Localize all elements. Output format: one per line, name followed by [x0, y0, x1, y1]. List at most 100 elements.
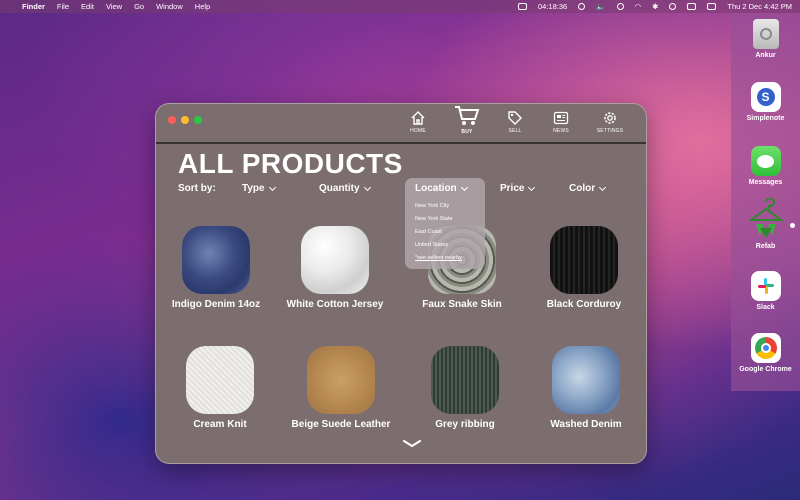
product-name: Black Corduroy: [546, 299, 622, 310]
dock: Ankur S Simplenote Messages Refab Slack …: [731, 13, 800, 391]
product-swatch-grey-ribbing: [431, 346, 499, 414]
product-swatch-beige-suede: [307, 346, 375, 414]
filter-label: Location: [415, 183, 457, 194]
menu-bar: Finder File Edit View Go Window Help 04:…: [0, 0, 800, 13]
play-icon[interactable]: [616, 3, 624, 10]
dock-label: Simplenote: [746, 115, 785, 122]
screen-recording-icon[interactable]: [517, 3, 527, 10]
product-name: White Cotton Jersey: [286, 299, 384, 310]
top-nav: HOME BUY SELL NEWS SETTINGS: [156, 104, 646, 142]
hard-drive-icon: [752, 19, 779, 49]
product-swatch-indigo-denim: [182, 226, 250, 294]
bluetooth-icon[interactable]: ✱: [652, 2, 658, 11]
filter-label: Type: [242, 183, 265, 194]
messages-icon: [750, 146, 781, 176]
menu-file[interactable]: File: [57, 2, 69, 11]
product-card[interactable]: Black Corduroy: [524, 226, 644, 310]
nav-settings[interactable]: SETTINGS: [590, 110, 630, 134]
location-option[interactable]: New York State: [415, 216, 462, 229]
nav-buy[interactable]: BUY: [447, 105, 487, 135]
nav-home[interactable]: HOME: [398, 110, 438, 134]
chrome-icon: [750, 333, 781, 363]
filter-price[interactable]: Price: [500, 183, 536, 194]
product-name: Cream Knit: [193, 419, 247, 430]
sort-label: Sort by:: [178, 183, 216, 194]
page-title: ALL PRODUCTS: [178, 148, 403, 179]
chevron-down-icon: [460, 183, 468, 191]
user-icon[interactable]: [707, 3, 717, 10]
cart-icon: [455, 106, 480, 125]
chevron-down-icon: [363, 183, 371, 191]
dock-item-slack[interactable]: Slack: [731, 271, 800, 311]
location-option[interactable]: East Coast: [415, 229, 462, 242]
menu-app-name[interactable]: Finder: [22, 2, 45, 11]
nav-label: SELL: [508, 128, 522, 134]
product-card[interactable]: Cream Knit: [160, 346, 280, 430]
nav-label: NEWS: [553, 128, 569, 134]
product-swatch-washed-denim: [552, 346, 620, 414]
filter-color[interactable]: Color: [569, 183, 607, 194]
simplenote-icon: S: [750, 82, 781, 112]
nav-label: SETTINGS: [596, 128, 624, 134]
product-name: Indigo Denim 14oz: [171, 299, 261, 310]
location-dropdown[interactable]: Location New York City New York State Ea…: [405, 178, 485, 269]
search-icon[interactable]: [669, 3, 677, 10]
location-option[interactable]: United States: [415, 242, 462, 255]
product-card[interactable]: Grey ribbing: [405, 346, 525, 430]
menu-edit[interactable]: Edit: [81, 2, 94, 11]
dock-label: Ankur: [755, 52, 776, 59]
timer-readout[interactable]: 04:18:36: [538, 2, 567, 11]
chevron-down-icon: [268, 183, 276, 191]
product-name: Faux Snake Skin: [422, 299, 502, 310]
dock-running-indicator: [790, 223, 795, 228]
menu-help[interactable]: Help: [195, 2, 210, 11]
filter-label: Color: [569, 183, 596, 194]
dock-label: Refab: [755, 243, 776, 250]
product-card[interactable]: Washed Denim: [526, 346, 646, 430]
menu-view[interactable]: View: [106, 2, 122, 11]
see-sellers-nearby-link[interactable]: *see sellers nearby: [415, 255, 462, 268]
sort-bar: Sort by: Type Quantity Price Color: [156, 183, 646, 201]
app-window: HOME BUY SELL NEWS SETTINGS ALL PRODUCTS…: [155, 103, 647, 464]
product-card[interactable]: White Cotton Jersey: [275, 226, 395, 310]
product-name: Grey ribbing: [435, 419, 495, 430]
clock-datetime[interactable]: Thu 2 Dec 4:42 PM: [727, 2, 792, 11]
product-swatch-white-jersey: [301, 226, 369, 294]
location-option[interactable]: New York City: [415, 203, 462, 216]
nav-divider: [156, 142, 646, 144]
scroll-down-chevron-icon[interactable]: [402, 439, 422, 449]
product-card[interactable]: Beige Suede Leather: [281, 346, 401, 430]
news-icon: [553, 111, 569, 125]
location-options: New York City New York State East Coast …: [415, 203, 462, 268]
nav-news[interactable]: NEWS: [541, 110, 581, 134]
home-icon: [411, 111, 425, 125]
dock-label: Slack: [756, 304, 775, 311]
refab-hanger-icon: [746, 198, 786, 240]
dock-label: Messages: [748, 179, 783, 186]
wifi-icon[interactable]: ◠: [635, 2, 642, 11]
dock-item-chrome[interactable]: Google Chrome: [731, 333, 800, 373]
menu-window[interactable]: Window: [156, 2, 183, 11]
slack-icon: [750, 271, 781, 301]
product-name: Washed Denim: [550, 419, 622, 430]
product-swatch-cream-knit: [186, 346, 254, 414]
product-card[interactable]: Indigo Denim 14oz: [156, 226, 276, 310]
nav-sell[interactable]: SELL: [495, 110, 535, 134]
dock-item-messages[interactable]: Messages: [731, 146, 800, 186]
dock-item-simplenote[interactable]: S Simplenote: [731, 82, 800, 122]
filter-location[interactable]: Location: [415, 183, 468, 194]
menu-go[interactable]: Go: [134, 2, 144, 11]
product-swatch-black-corduroy: [550, 226, 618, 294]
dock-item-ankur[interactable]: Ankur: [731, 19, 800, 59]
nav-label: HOME: [410, 128, 426, 134]
filter-type[interactable]: Type: [242, 183, 276, 194]
gear-icon: [604, 112, 616, 124]
filter-quantity[interactable]: Quantity: [319, 183, 371, 194]
status-icon[interactable]: [578, 3, 586, 10]
chevron-down-icon: [599, 183, 607, 191]
control-center-icon[interactable]: [687, 3, 697, 10]
product-name: Beige Suede Leather: [291, 419, 391, 430]
nav-label: BUY: [461, 129, 473, 135]
volume-icon[interactable]: 🔈: [596, 2, 605, 11]
tag-icon: [508, 111, 522, 125]
